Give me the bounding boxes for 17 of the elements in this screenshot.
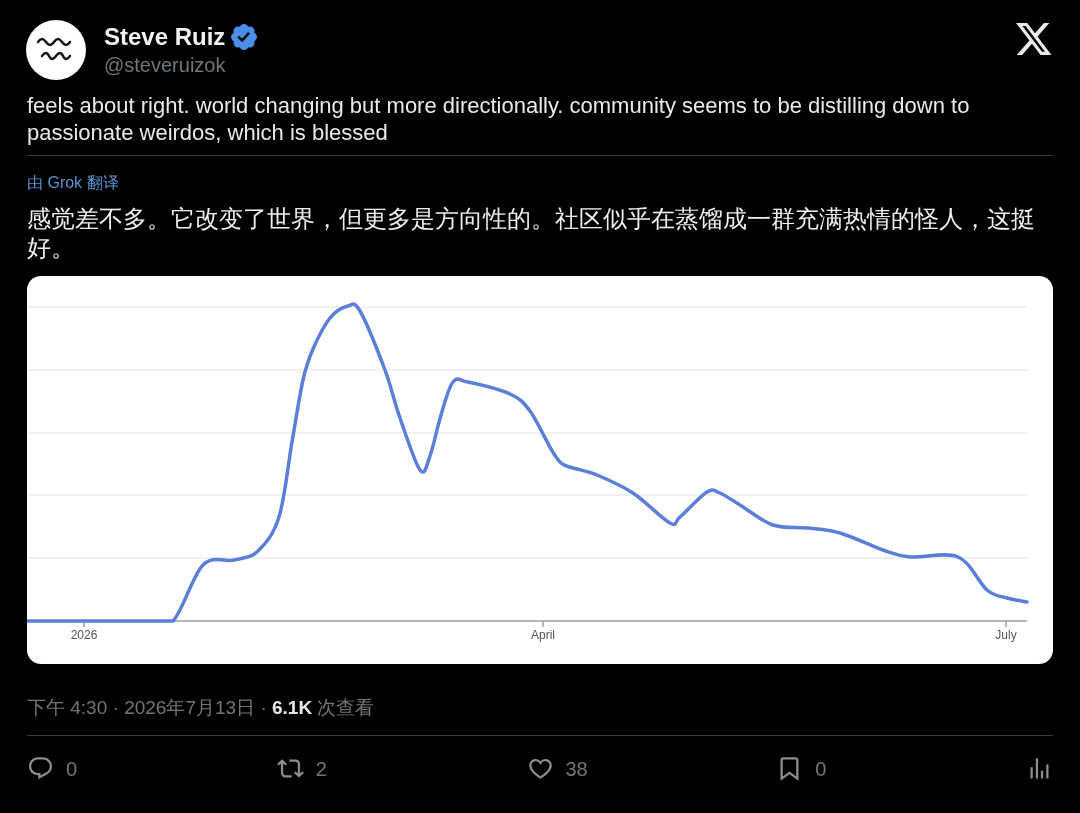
author-handle[interactable]: @steveruizok xyxy=(104,52,226,78)
translation-source-link[interactable]: 由 Grok 翻译 xyxy=(27,173,119,193)
axis-label: July xyxy=(995,628,1017,642)
like-button[interactable]: 38 xyxy=(526,756,588,782)
axis-label: April xyxy=(531,628,555,642)
translated-text: 感觉差不多。它改变了世界，但更多是方向性的。社区似乎在蒸馏成一群充满热情的怪人，这挺好。 xyxy=(27,204,1036,262)
repost-button[interactable]: 2 xyxy=(276,756,327,782)
x-logo-icon xyxy=(1016,22,1053,56)
avatar-image xyxy=(26,20,86,80)
bookmark-button[interactable]: 0 xyxy=(776,756,827,782)
reply-button[interactable]: 0 xyxy=(27,756,78,782)
axis-label: 2026 xyxy=(70,628,98,642)
heart-icon xyxy=(526,757,554,781)
author-name[interactable]: Steve Ruiz xyxy=(104,22,226,52)
tweet-text: feels about right. world changing but more directionally. community seems to be distilling down to passionate weirdos, which is blessed xyxy=(27,92,971,146)
tweet-meta: 下午 4:30 · 2026年7月13日 · 6.1K 次查看 xyxy=(27,696,376,720)
speech-bubble-icon xyxy=(27,757,54,781)
